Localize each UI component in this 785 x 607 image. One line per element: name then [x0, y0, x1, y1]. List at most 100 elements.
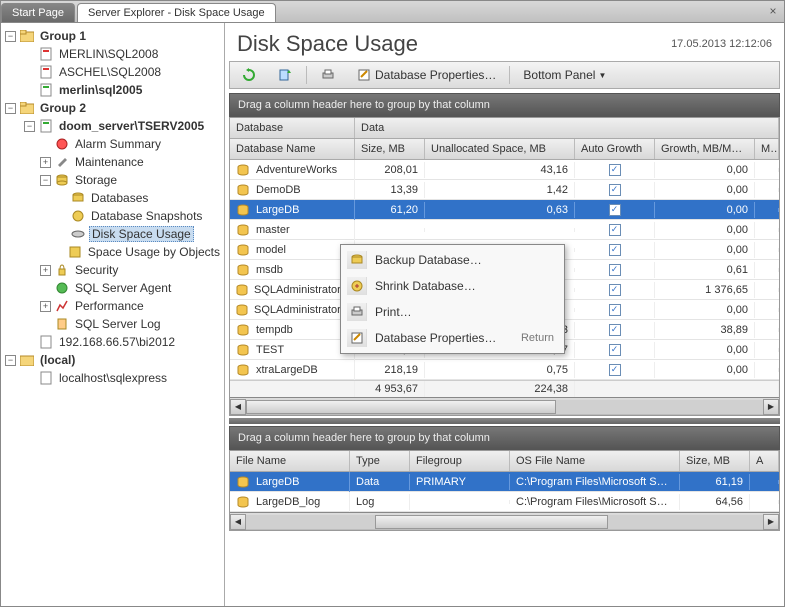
- database-icon: [236, 262, 252, 278]
- tree-group[interactable]: Group 1: [38, 29, 88, 43]
- expand-toggle[interactable]: +: [40, 301, 51, 312]
- column-header[interactable]: Size, MB: [680, 451, 750, 471]
- checkbox[interactable]: ✓: [609, 164, 621, 176]
- ctx-print[interactable]: Print…: [343, 299, 562, 325]
- checkbox[interactable]: ✓: [609, 204, 621, 216]
- column-header[interactable]: A: [750, 451, 779, 471]
- folder-icon: [19, 100, 35, 116]
- tree-item[interactable]: Space Usage by Objects: [86, 245, 222, 259]
- timestamp: 17.05.2013 12:12:06: [671, 38, 772, 50]
- server-tree[interactable]: − Group 1 MERLIN\SQL2008 ASCHEL\SQL2008 m…: [1, 23, 225, 606]
- tree-server[interactable]: localhost\sqlexpress: [57, 371, 169, 385]
- storage-icon: [54, 172, 70, 188]
- ctx-database-properties[interactable]: Database Properties…Return: [343, 325, 562, 351]
- tree-item[interactable]: SQL Server Log: [73, 317, 163, 331]
- splitter[interactable]: [229, 418, 780, 424]
- table-row[interactable]: DemoDB13,391,42✓0,00: [230, 180, 779, 200]
- tree-item[interactable]: Databases: [89, 191, 150, 205]
- table-row[interactable]: LargeDB_logLogC:\Program Files\Microsoft…: [230, 492, 779, 512]
- server-icon: [38, 118, 54, 134]
- table-row[interactable]: AdventureWorks208,0143,16✓0,00: [230, 160, 779, 180]
- checkbox[interactable]: ✓: [609, 224, 621, 236]
- horizontal-scrollbar[interactable]: ◀ ▶: [230, 512, 779, 530]
- database-icon: [236, 474, 252, 490]
- checkbox[interactable]: ✓: [609, 324, 621, 336]
- panel-dropdown[interactable]: Bottom Panel▼: [516, 65, 613, 85]
- tree-server[interactable]: 192.168.66.57\bi2012: [57, 335, 177, 349]
- context-menu: Backup Database… Shrink Database… Print……: [340, 244, 565, 354]
- table-row[interactable]: LargeDB61,200,63✓0,00: [230, 200, 779, 220]
- tab-bar: Start Page Server Explorer - Disk Space …: [1, 1, 784, 23]
- scroll-left-button[interactable]: ◀: [230, 514, 246, 530]
- tab-close-button[interactable]: ×: [766, 4, 780, 18]
- tree-item[interactable]: Storage: [73, 173, 119, 187]
- ctx-shrink-database[interactable]: Shrink Database…: [343, 273, 562, 299]
- column-header[interactable]: Auto Growth: [575, 139, 655, 159]
- tree-server[interactable]: merlin\sql2005: [57, 83, 144, 97]
- column-group[interactable]: Data: [355, 118, 779, 138]
- column-header[interactable]: OS File Name: [510, 451, 680, 471]
- scroll-right-button[interactable]: ▶: [763, 514, 779, 530]
- checkbox[interactable]: ✓: [609, 364, 621, 376]
- checkbox[interactable]: ✓: [609, 304, 621, 316]
- column-group[interactable]: Database: [230, 118, 355, 138]
- checkbox[interactable]: ✓: [609, 244, 621, 256]
- database-icon: [236, 322, 252, 338]
- expand-toggle[interactable]: −: [40, 175, 51, 186]
- chevron-down-icon: ▼: [598, 71, 606, 80]
- horizontal-scrollbar[interactable]: ◀ ▶: [230, 397, 779, 415]
- tree-item[interactable]: Alarm Summary: [73, 137, 163, 151]
- group-by-hint[interactable]: Drag a column header here to group by th…: [229, 426, 780, 450]
- alarm-icon: [54, 136, 70, 152]
- tree-group[interactable]: (local): [38, 353, 77, 367]
- tree-server[interactable]: MERLIN\SQL2008: [57, 47, 160, 61]
- ctx-backup-database[interactable]: Backup Database…: [343, 247, 562, 273]
- column-header[interactable]: Unallocated Space, MB: [425, 139, 575, 159]
- print-button[interactable]: [313, 64, 343, 86]
- column-header[interactable]: Database Name: [230, 139, 355, 159]
- database-properties-button[interactable]: Database Properties…: [349, 64, 503, 86]
- expand-toggle[interactable]: +: [40, 157, 51, 168]
- tree-item[interactable]: Security: [73, 263, 120, 277]
- table-row[interactable]: LargeDBDataPRIMARYC:\Program Files\Micro…: [230, 472, 779, 492]
- column-header[interactable]: Size, MB: [355, 139, 425, 159]
- scroll-left-button[interactable]: ◀: [230, 399, 246, 415]
- table-row[interactable]: master✓0,00: [230, 220, 779, 240]
- database-icon: [236, 222, 252, 238]
- scroll-right-button[interactable]: ▶: [763, 399, 779, 415]
- group-by-hint[interactable]: Drag a column header here to group by th…: [229, 93, 780, 117]
- expand-toggle[interactable]: −: [24, 121, 35, 132]
- sum-unalloc: 224,38: [425, 381, 575, 397]
- tree-item-selected[interactable]: Disk Space Usage: [89, 226, 194, 242]
- tree-item[interactable]: Database Snapshots: [89, 209, 204, 223]
- expand-toggle[interactable]: −: [5, 355, 16, 366]
- expand-toggle[interactable]: −: [5, 31, 16, 42]
- database-icon: [236, 162, 252, 178]
- tree-item[interactable]: Performance: [73, 299, 146, 313]
- column-header[interactable]: Type: [350, 451, 410, 471]
- tree-server[interactable]: ASCHEL\SQL2008: [57, 65, 163, 79]
- tab-start-page[interactable]: Start Page: [1, 3, 75, 22]
- tree-item[interactable]: SQL Server Agent: [73, 281, 173, 295]
- shrink-icon: [347, 277, 367, 295]
- checkbox[interactable]: ✓: [609, 264, 621, 276]
- checkbox[interactable]: ✓: [609, 284, 621, 296]
- tree-server[interactable]: doom_server\TSERV2005: [57, 119, 206, 133]
- disk-icon: [70, 226, 86, 242]
- expand-toggle[interactable]: +: [40, 265, 51, 276]
- checkbox[interactable]: ✓: [609, 184, 621, 196]
- tab-server-explorer[interactable]: Server Explorer - Disk Space Usage: [77, 3, 276, 22]
- checkbox[interactable]: ✓: [609, 344, 621, 356]
- refresh-button[interactable]: [234, 64, 264, 86]
- database-icon: [236, 302, 250, 318]
- column-header[interactable]: Max: [755, 139, 779, 159]
- export-button[interactable]: [270, 64, 300, 86]
- expand-toggle[interactable]: −: [5, 103, 16, 114]
- column-header[interactable]: Growth, MB/Mo…: [655, 139, 755, 159]
- table-row[interactable]: xtraLargeDB218,190,75✓0,00: [230, 360, 779, 380]
- tree-group[interactable]: Group 2: [38, 101, 88, 115]
- tree-item[interactable]: Maintenance: [73, 155, 146, 169]
- properties-icon: [356, 67, 372, 83]
- column-header[interactable]: Filegroup: [410, 451, 510, 471]
- column-header[interactable]: File Name: [230, 451, 350, 471]
